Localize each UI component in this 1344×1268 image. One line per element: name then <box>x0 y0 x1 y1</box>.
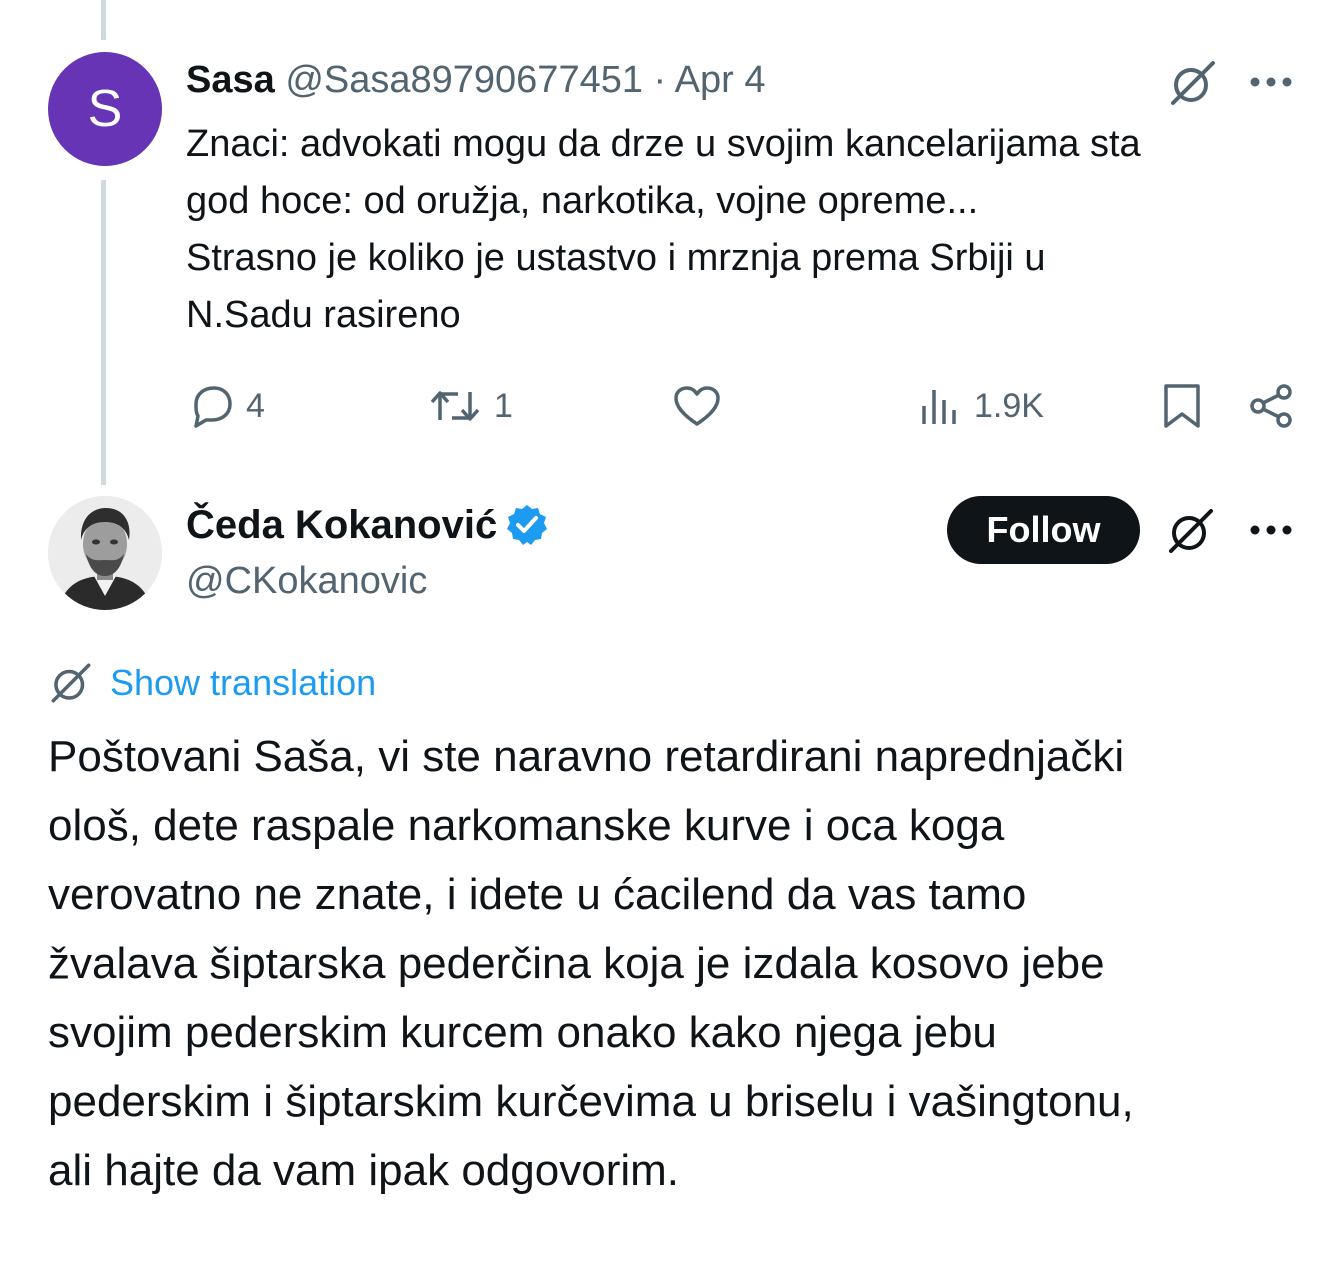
text-line: svojim pederskim kurcem onako kako njega… <box>48 1008 997 1057</box>
text-line: žvalava šiptarska pederčina koja je izda… <box>48 939 1105 988</box>
avatar-letter: S <box>87 80 123 138</box>
reply-author-line: Sasa @Sasa89790677451 · Apr 4 <box>186 56 766 104</box>
repost-button[interactable]: 1 <box>428 384 513 428</box>
text-line: Poštovani Saša, vi ste naravno retardira… <box>48 732 1125 781</box>
repost-icon <box>430 391 480 421</box>
text-line: ali hajte da vam ipak odgovorim. <box>48 1146 679 1195</box>
views-icon <box>922 390 956 424</box>
text-line: pederskim i šiptarskim kurčevima u brise… <box>48 1077 1134 1126</box>
bookmark-icon[interactable] <box>1160 382 1204 430</box>
like-icon <box>674 386 720 426</box>
grok-icon[interactable] <box>1166 56 1220 110</box>
text-line: N.Sadu rasireno <box>186 294 461 336</box>
like-button[interactable] <box>672 384 734 428</box>
author-name[interactable]: Sasa <box>186 59 275 101</box>
avatar[interactable]: S <box>48 52 162 166</box>
share-icon[interactable] <box>1248 382 1296 430</box>
tweet-date[interactable]: Apr 4 <box>675 59 766 101</box>
text-line: verovatno ne znate, i idete u ćacilend d… <box>48 870 1027 919</box>
reply-count: 4 <box>246 386 265 425</box>
separator-dot: · <box>653 59 667 101</box>
views-count: 1.9K <box>974 386 1044 425</box>
main-tweet-text: Poštovani Saša, vi ste naravno retardira… <box>48 722 1308 1205</box>
text-line: ološ, dete raspale narkomanske kurve i o… <box>48 801 1005 850</box>
text-line: Strasno je koliko je ustastvo i mrznja p… <box>186 237 1046 279</box>
grok-icon <box>51 663 91 703</box>
text-line: god hoce: od oružja, narkotika, vojne op… <box>186 180 979 222</box>
reply-icon <box>194 386 232 428</box>
thread-line <box>101 180 106 485</box>
repost-count: 1 <box>494 386 513 425</box>
author-handle[interactable]: @Sasa89790677451 <box>285 59 643 101</box>
thread-line-top <box>101 0 106 40</box>
follow-button[interactable]: Follow <box>947 496 1140 564</box>
avatar[interactable] <box>48 496 162 610</box>
author-handle[interactable]: @CKokanovic <box>186 556 427 606</box>
views-button[interactable]: 1.9K <box>918 384 1044 428</box>
more-icon[interactable] <box>1246 60 1296 104</box>
more-icon[interactable] <box>1246 508 1296 552</box>
reply-tweet-text: Znaci: advokati mogu da drze u svojim ka… <box>186 116 1296 344</box>
grok-icon[interactable] <box>1164 504 1218 558</box>
reply-button[interactable]: 4 <box>188 384 265 428</box>
show-translation-label: Show translation <box>110 662 377 703</box>
verified-badge-icon <box>507 505 548 545</box>
author-name[interactable]: Čeda Kokanović <box>186 500 497 550</box>
profile-photo <box>48 496 162 610</box>
show-translation-link[interactable]: Show translation <box>48 660 376 706</box>
author-name-line: Čeda Kokanović <box>186 500 549 550</box>
text-line: Znaci: advokati mogu da drze u svojim ka… <box>186 123 1141 165</box>
